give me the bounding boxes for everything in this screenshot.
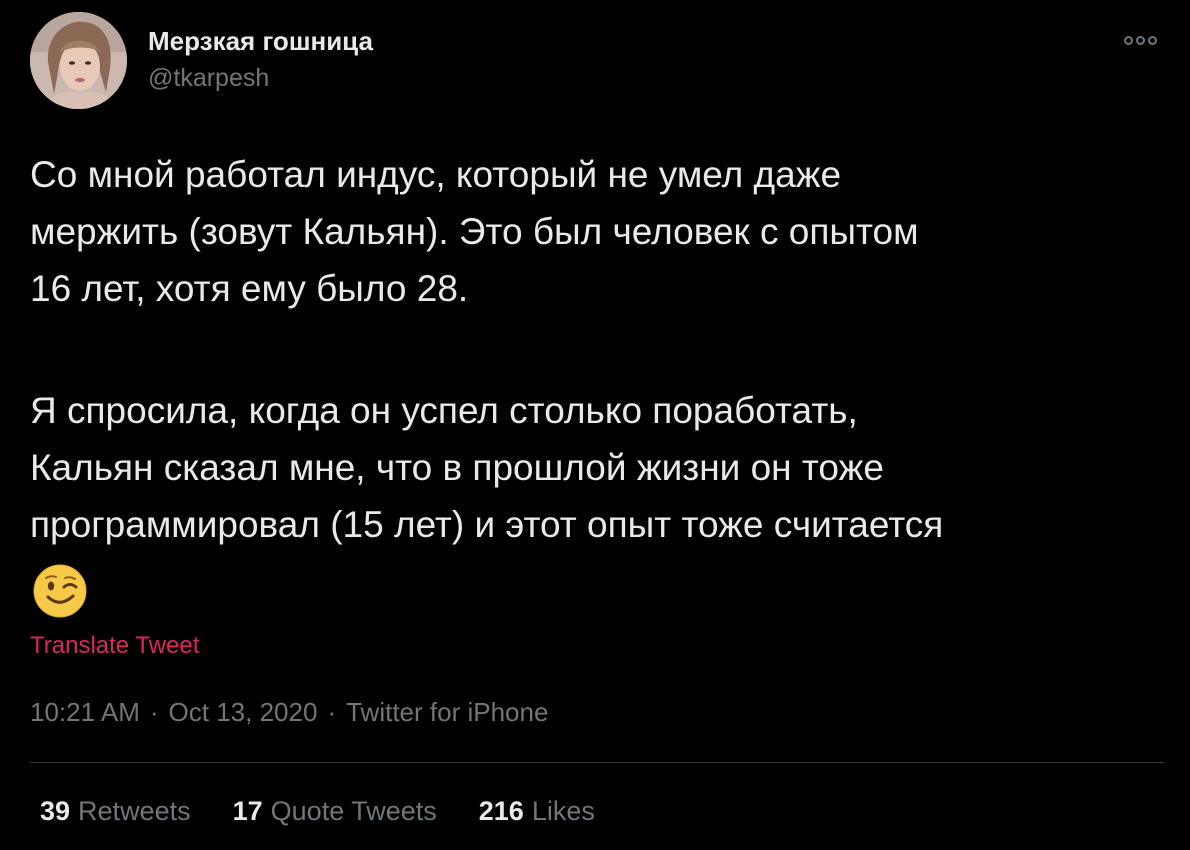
more-dot	[1136, 35, 1145, 45]
tweet-meta: 10:21 AM · Oct 13, 2020 · Twitter for iPhone	[30, 697, 548, 728]
author-handle[interactable]: @tkarpesh	[148, 64, 269, 93]
translate-tweet-link[interactable]: Translate Tweet	[30, 632, 199, 660]
retweets-count: 39	[40, 796, 71, 826]
likes-label: Likes	[531, 796, 595, 826]
meta-separator: ·	[149, 697, 159, 727]
tweet-line: 16 лет, хотя ему было 28.	[30, 268, 469, 309]
user-avatar-photo	[30, 12, 127, 109]
tweet-line: Я спросила, когда он успел столько пораб…	[30, 390, 858, 431]
tweet-source[interactable]: Twitter for iPhone	[346, 697, 548, 727]
meta-separator: ·	[327, 697, 337, 727]
more-options-icon[interactable]	[1124, 30, 1164, 50]
quote-tweets-count: 17	[232, 796, 263, 826]
tweet-time[interactable]: 10:21 AM	[30, 697, 140, 727]
tweet-stats: 39 Retweets 17 Quote Tweets 216 Likes	[40, 796, 595, 827]
tweet-line: программировал (15 лет) и этот опыт тоже…	[30, 504, 944, 545]
quote-tweets-stat[interactable]: 17 Quote Tweets	[233, 796, 437, 827]
tweet-line: Со мной работал индус, который не умел д…	[30, 154, 842, 195]
winking-face-emoji	[33, 564, 87, 618]
retweets-label: Retweets	[78, 796, 191, 826]
author-name[interactable]: Мерзкая гошница	[148, 26, 373, 57]
more-dot	[1124, 35, 1133, 45]
divider	[30, 762, 1165, 763]
tweet-text: Со мной работал индус, который не умел д…	[30, 146, 1160, 553]
tweet-date[interactable]: Oct 13, 2020	[169, 697, 318, 727]
retweets-stat[interactable]: 39 Retweets	[40, 796, 191, 827]
more-dot	[1148, 35, 1157, 45]
likes-count: 216	[478, 796, 524, 826]
likes-stat[interactable]: 216 Likes	[479, 796, 595, 827]
avatar[interactable]	[30, 12, 127, 109]
tweet-line: мержить (зовут Кальян). Это был человек …	[30, 211, 919, 252]
tweet-line: Кальян сказал мне, что в прошлой жизни о…	[30, 447, 884, 488]
quote-tweets-label: Quote Tweets	[270, 796, 437, 826]
